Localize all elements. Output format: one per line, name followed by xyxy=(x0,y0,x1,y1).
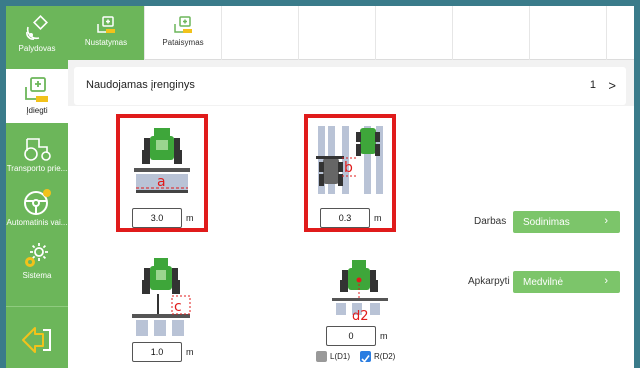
sidebar-item-satellite[interactable]: Palydovas xyxy=(6,6,68,60)
offset-c-diagram: c xyxy=(132,258,191,336)
tab-empty xyxy=(376,6,453,60)
checkbox-label: L(D1) xyxy=(330,352,351,361)
chevron-right-icon: › xyxy=(604,215,608,227)
sidebar-item-label: Sistema xyxy=(22,271,52,280)
satellite-icon xyxy=(26,15,48,40)
sidebar-item-label: Įdiegti xyxy=(26,106,48,115)
sidebar-item-system[interactable]: Sistema xyxy=(6,238,68,292)
steering-wheel-icon xyxy=(24,189,51,215)
install-icon xyxy=(97,16,115,33)
width-b-input[interactable]: 0.3 xyxy=(320,208,370,228)
tab-setup[interactable]: Nustatymas xyxy=(68,6,145,60)
chevron-right-icon[interactable]: > xyxy=(608,78,616,93)
device-frame: Palydovas Įdiegti Transporto prie... Aut… xyxy=(0,0,640,368)
screen: Palydovas Įdiegti Transporto prie... Aut… xyxy=(6,6,634,368)
tractor-icon xyxy=(24,138,51,161)
darbas-label: Darbas xyxy=(474,216,507,227)
tab-empty xyxy=(299,6,376,60)
unit-label: m xyxy=(374,213,382,223)
width-c-input[interactable]: 1.0 xyxy=(132,342,182,362)
marker-a: a xyxy=(157,174,166,190)
apkarpyti-select[interactable]: Medvilnė › xyxy=(513,271,620,293)
marker-d2: d2 xyxy=(352,309,369,324)
page-title: Naudojamas įrenginys xyxy=(86,79,195,91)
tab-correction[interactable]: Pataisymas xyxy=(145,6,222,60)
sidebar-item-vehicle[interactable]: Transporto prie... xyxy=(6,129,68,183)
sidebar-item-label: Transporto prie... xyxy=(6,164,68,173)
marker-b: b xyxy=(344,160,353,176)
darbas-select[interactable]: Sodinimas › xyxy=(513,211,620,233)
back-arrow-icon xyxy=(22,327,51,353)
settings-panel: a 3.0 m b 0.3 m c 1.0 m d2 0 m L(D1) R(D… xyxy=(68,106,634,368)
unit-label: m xyxy=(186,213,194,223)
marker-c: c xyxy=(174,299,182,315)
install-icon xyxy=(25,77,48,102)
row-spacing-diagram: b xyxy=(316,126,383,194)
unit-label: m xyxy=(186,347,194,357)
sidebar-divider xyxy=(6,306,68,307)
tab-empty xyxy=(530,6,607,60)
width-a-input[interactable]: 3.0 xyxy=(132,208,182,228)
unit-label: m xyxy=(380,331,388,341)
implement-selector[interactable]: Naudojamas įrenginys 1 > xyxy=(74,67,626,105)
apkarpyti-label: Apkarpyti xyxy=(468,276,510,287)
sidebar-item-label: Palydovas xyxy=(18,44,56,53)
tab-bar: Nustatymas Pataisymas xyxy=(68,6,634,60)
offset-d2-input[interactable]: 0 xyxy=(326,326,376,346)
gear-icon xyxy=(25,243,48,267)
sidebar-item-label: Automatinis vai... xyxy=(6,218,68,227)
sidebar-item-install[interactable]: Įdiegti xyxy=(6,69,68,123)
tab-empty xyxy=(222,6,299,60)
sidebar: Palydovas Įdiegti Transporto prie... Aut… xyxy=(6,6,68,368)
tab-label: Pataisymas xyxy=(162,38,204,47)
install-icon xyxy=(174,16,192,33)
tab-empty xyxy=(453,6,530,60)
checkmark-icon xyxy=(361,355,370,363)
checkbox-label: R(D2) xyxy=(374,352,396,361)
tractor-width-diagram: a xyxy=(134,128,190,193)
back-button[interactable] xyxy=(6,324,68,364)
left-d1-checkbox[interactable] xyxy=(316,351,327,362)
tab-label: Nustatymas xyxy=(84,38,128,47)
sidebar-item-autosteer[interactable]: Automatinis vai... xyxy=(6,184,68,238)
page-number: 1 xyxy=(589,79,596,91)
chevron-right-icon: › xyxy=(604,275,608,287)
offset-d2-diagram: d2 xyxy=(332,260,388,324)
right-d2-checkbox[interactable] xyxy=(360,351,371,363)
